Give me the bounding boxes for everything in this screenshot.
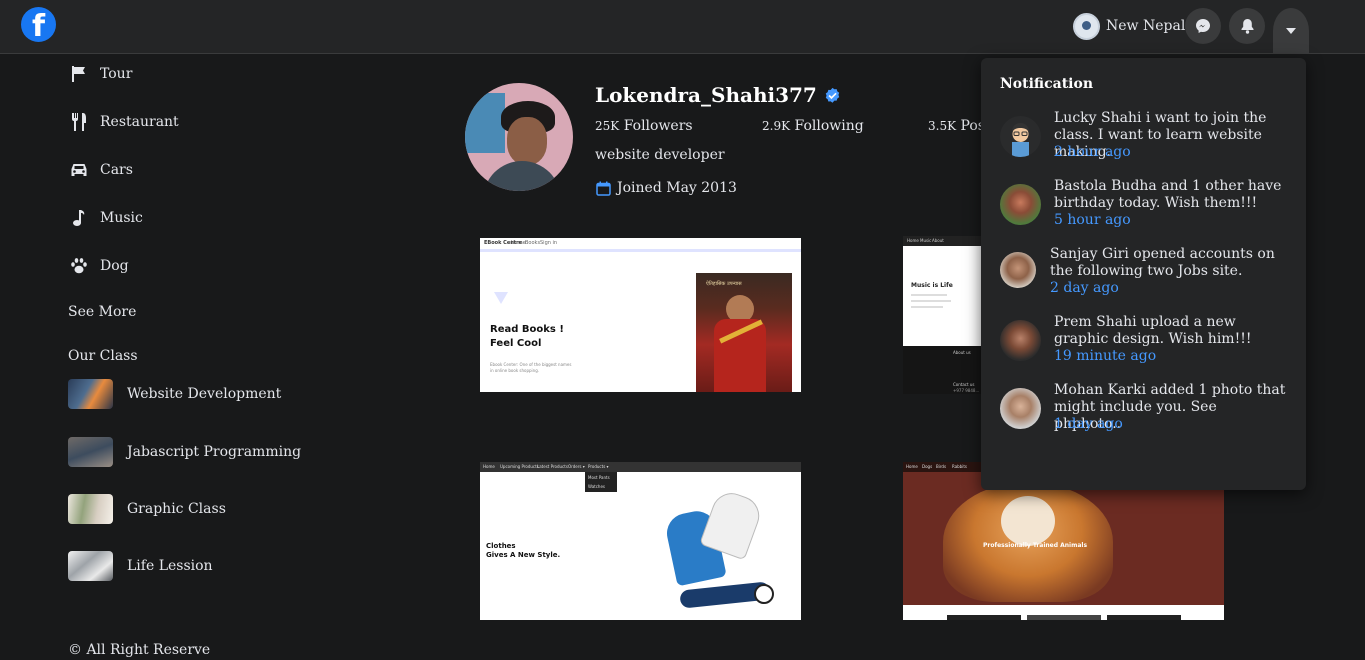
sidebar-item-label: Dog xyxy=(100,258,129,274)
soccer-ball xyxy=(754,584,774,604)
profile-avatar xyxy=(465,83,573,191)
notification-avatar xyxy=(1000,116,1041,157)
triangle-decoration xyxy=(494,292,508,304)
sidebar-item-label: Cars xyxy=(100,162,133,178)
our-class-heading: Our Class xyxy=(68,348,138,364)
notification-item[interactable]: Bastola Budha and 1 other have birthday … xyxy=(1000,178,1290,232)
joined-text: Joined May 2013 xyxy=(617,180,737,196)
post-thumbnail-ebook[interactable]: EBook Centre Home Books Sign in Read Boo… xyxy=(480,238,801,392)
facebook-logo[interactable]: f xyxy=(21,7,56,42)
verified-badge-icon xyxy=(825,87,840,103)
notification-avatar xyxy=(1000,252,1036,288)
following-stat[interactable]: 2.9K Following xyxy=(762,118,864,134)
car-icon xyxy=(68,159,90,181)
utensils-icon xyxy=(68,111,90,133)
class-item-graphic-class[interactable]: Graphic Class xyxy=(68,493,226,525)
notification-text: Bastola Budha and 1 other have birthday … xyxy=(1054,178,1282,211)
post-dropdown: Most Pants Watches xyxy=(585,472,617,492)
notification-avatar xyxy=(1000,320,1041,361)
class-thumbnail xyxy=(68,551,113,581)
following-label: Following xyxy=(794,118,864,134)
class-item-label: Graphic Class xyxy=(127,501,226,517)
post-navbar: Home Upcoming Products Latest Products O… xyxy=(480,462,801,472)
joined-date: Joined May 2013 xyxy=(596,180,737,196)
notification-dropdown: Notification Lucky Shahi i want to join … xyxy=(981,58,1306,490)
profile-bio: website developer xyxy=(595,147,725,163)
notifications-button[interactable] xyxy=(1229,8,1265,44)
notification-item[interactable]: Lucky Shahi i want to join the class. I … xyxy=(1000,110,1290,164)
user-avatar xyxy=(1073,12,1100,40)
notification-text: Prem Shahi upload a new graphic design. … xyxy=(1054,314,1252,347)
notification-item[interactable]: Sanjay Giri opened accounts on the follo… xyxy=(1000,246,1290,300)
following-count: 2.9K xyxy=(762,119,791,133)
music-note-icon xyxy=(68,207,90,229)
class-thumbnail xyxy=(68,379,113,409)
footer-copyright: © All Right Reserve xyxy=(68,642,211,658)
notification-item[interactable]: Prem Shahi upload a new graphic design. … xyxy=(1000,314,1290,368)
see-more-link[interactable]: See More xyxy=(68,304,136,320)
class-item-label: Jabascript Programming xyxy=(127,444,302,460)
user-name: New Nepal xyxy=(1106,18,1186,34)
bell-icon xyxy=(1241,19,1253,34)
post-thumbnail-clothes[interactable]: Home Upcoming Products Latest Products O… xyxy=(480,462,801,620)
class-item-javascript-programming[interactable]: Jabascript Programming xyxy=(68,436,301,468)
caret-down-icon xyxy=(1286,28,1296,34)
class-thumbnail xyxy=(68,437,113,467)
class-item-website-development[interactable]: Website Development xyxy=(68,378,281,410)
notification-title: Notification xyxy=(1000,76,1093,92)
followers-label: Followers xyxy=(623,118,693,134)
class-item-label: Website Development xyxy=(127,386,282,402)
calendar-icon xyxy=(596,181,611,196)
class-thumbnail xyxy=(68,494,113,524)
class-item-label: Life Lession xyxy=(127,558,213,574)
profile-name: Lokendra_Shahi377 xyxy=(595,83,841,107)
post-navbar: EBook Centre Home Books Sign in xyxy=(480,238,801,252)
notification-text: Sanjay Giri opened accounts on the follo… xyxy=(1050,246,1275,279)
notification-time: 1 day ago xyxy=(1054,416,1123,432)
sidebar-item-music[interactable]: Music xyxy=(68,204,143,232)
sidebar-item-label: Restaurant xyxy=(100,114,179,130)
notification-time: 2 hour ago xyxy=(1054,144,1131,160)
notification-time: 2 day ago xyxy=(1050,280,1119,296)
sidebar-item-tour[interactable]: Tour xyxy=(68,60,132,88)
flag-icon xyxy=(68,63,90,85)
followers-stat[interactable]: 25K Followers xyxy=(595,118,693,134)
sidebar-item-restaurant[interactable]: Restaurant xyxy=(68,108,179,136)
messenger-button[interactable] xyxy=(1185,8,1221,44)
messenger-icon xyxy=(1196,19,1210,33)
class-item-life-lession[interactable]: Life Lession xyxy=(68,550,213,582)
posts-count: 3.5K xyxy=(928,119,957,133)
top-navbar: f New Nepal xyxy=(0,0,1365,54)
profile-chip[interactable]: New Nepal xyxy=(1073,12,1185,40)
sidebar-item-label: Tour xyxy=(100,66,133,82)
account-menu-button[interactable] xyxy=(1273,8,1309,54)
profile-name-text: Lokendra_Shahi377 xyxy=(595,83,817,107)
notification-time: 19 minute ago xyxy=(1054,348,1157,364)
book-cover-image: ऐतिहासिक उपन्यास xyxy=(696,273,792,392)
notification-item[interactable]: Mohan Karki added 1 photo that might inc… xyxy=(1000,382,1290,436)
sidebar-item-cars[interactable]: Cars xyxy=(68,156,133,184)
paw-icon xyxy=(68,255,90,277)
followers-count: 25K xyxy=(595,119,620,133)
notification-avatar xyxy=(1000,184,1041,225)
notification-time: 5 hour ago xyxy=(1054,212,1131,228)
sidebar-item-dog[interactable]: Dog xyxy=(68,252,129,280)
notification-avatar xyxy=(1000,388,1041,429)
sidebar-item-label: Music xyxy=(100,210,143,226)
